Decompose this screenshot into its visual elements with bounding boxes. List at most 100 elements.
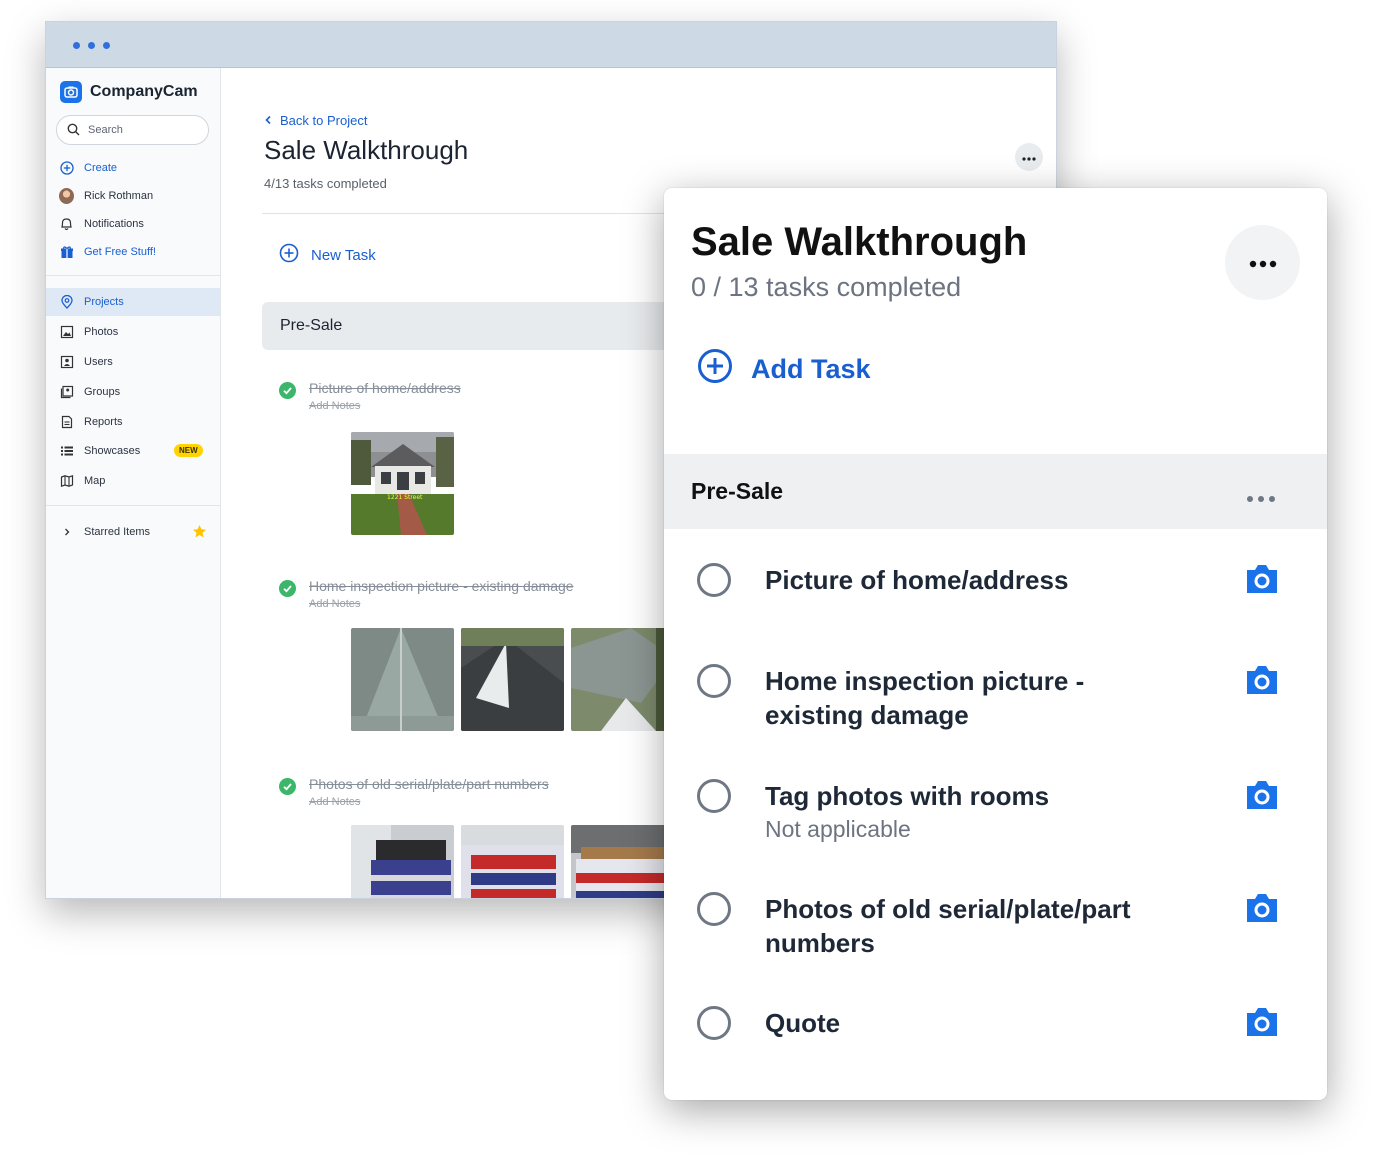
task-label: Picture of home/address — [765, 565, 1069, 595]
task-label: Photos of old serial/plate/part numbers — [765, 894, 1131, 958]
sidebar-item-reports[interactable]: Reports — [46, 408, 220, 436]
sidebar-item-label: Groups — [84, 386, 121, 398]
task-label: Home inspection picture - existing damag… — [765, 666, 1085, 730]
groups-icon — [59, 385, 74, 400]
add-task-button[interactable]: Add Task — [697, 348, 871, 391]
camera-icon[interactable] — [1244, 563, 1280, 599]
check-icon[interactable] — [279, 778, 296, 795]
back-link-label: Back to Project — [280, 113, 368, 128]
tasks-completed-count: 0 / 13 tasks completed — [691, 272, 962, 302]
task-label: Quote — [765, 1008, 841, 1038]
companycam-logo-icon — [60, 81, 82, 103]
task-name: Photos of old serial/plate/part numbers — [309, 776, 549, 792]
sidebar-item-map[interactable]: Map — [46, 467, 220, 495]
photo-thumbnail-house[interactable]: 1221 Street — [351, 432, 454, 535]
plus-circle-icon — [279, 243, 299, 267]
report-icon — [59, 415, 74, 430]
task-checkbox[interactable] — [697, 563, 731, 597]
sidebar-item-projects[interactable]: Projects — [46, 288, 220, 316]
mobile-checklist-card: Sale Walkthrough 0 / 13 tasks completed … — [664, 188, 1327, 1100]
sidebar-item-photos[interactable]: Photos — [46, 318, 220, 346]
camera-icon[interactable] — [1244, 779, 1280, 815]
photo-thumbnail-materials[interactable] — [351, 825, 454, 898]
section-more-button[interactable] — [1246, 488, 1276, 507]
photo-thumbnail-roof[interactable] — [461, 628, 564, 731]
sidebar-item-showcases[interactable]: Showcases NEW — [46, 437, 220, 465]
search-icon — [67, 121, 80, 140]
avatar — [59, 188, 74, 204]
sidebar-divider — [46, 505, 220, 506]
check-icon[interactable] — [279, 382, 296, 399]
tasks-completed-count: 4/13 tasks completed — [264, 176, 387, 191]
task-notes[interactable]: Add Notes — [309, 400, 360, 412]
sidebar-item-starred[interactable]: Starred Items — [46, 518, 220, 546]
window-titlebar — [46, 22, 1056, 68]
task-notes[interactable]: Add Notes — [309, 598, 360, 610]
task-checkbox[interactable] — [697, 664, 731, 698]
task-notes[interactable]: Add Notes — [309, 796, 360, 808]
sidebar-item-groups[interactable]: Groups — [46, 378, 220, 406]
brand-name: CompanyCam — [90, 83, 198, 100]
new-badge: NEW — [174, 444, 203, 457]
gift-icon — [59, 245, 74, 260]
back-to-project-link[interactable]: Back to Project — [264, 113, 367, 128]
sidebar: CompanyCam Create Rick Rothman Notificat… — [46, 68, 221, 898]
sidebar-item-label: Projects — [84, 296, 124, 308]
bell-icon — [59, 217, 74, 232]
search-box — [56, 115, 209, 145]
sidebar-item-label: Showcases — [84, 445, 141, 457]
window-dot-icon — [103, 42, 110, 49]
section-header: Pre-Sale — [664, 454, 1327, 529]
search-input[interactable] — [88, 124, 188, 136]
star-icon — [192, 524, 207, 542]
task-checkbox[interactable] — [697, 1006, 731, 1040]
sidebar-item-notifications[interactable]: Notifications — [46, 210, 220, 238]
location-pin-icon — [59, 295, 74, 310]
camera-icon[interactable] — [1244, 664, 1280, 700]
camera-icon[interactable] — [1244, 892, 1280, 928]
list-icon — [59, 444, 74, 459]
window-dot-icon — [73, 42, 80, 49]
sidebar-item-users[interactable]: Users — [46, 348, 220, 376]
sidebar-item-profile[interactable]: Rick Rothman — [46, 182, 220, 210]
sidebar-item-label: Rick Rothman — [84, 190, 154, 202]
map-icon — [59, 474, 74, 489]
brand-logo[interactable]: CompanyCam — [60, 81, 198, 103]
section-title: Pre-Sale — [280, 317, 343, 334]
sidebar-item-label: Get Free Stuff! — [84, 246, 156, 258]
sidebar-item-label: Starred Items — [84, 526, 151, 538]
more-options-button[interactable] — [1015, 143, 1043, 171]
sidebar-item-label: Reports — [84, 416, 123, 428]
chevron-left-icon — [264, 113, 272, 128]
sidebar-item-create[interactable]: Create — [46, 154, 220, 182]
plus-circle-icon — [697, 348, 733, 391]
sidebar-item-label: Create — [84, 162, 118, 174]
sidebar-item-free-stuff[interactable]: Get Free Stuff! — [46, 238, 220, 266]
photo-thumbnail-roof[interactable] — [351, 628, 454, 731]
ellipsis-icon — [1022, 150, 1036, 164]
photos-icon — [59, 325, 74, 340]
task-checkbox[interactable] — [697, 892, 731, 926]
photo-thumbnail-materials[interactable] — [461, 825, 564, 898]
task-name: Picture of home/address — [309, 380, 461, 396]
sidebar-divider — [46, 275, 220, 276]
sidebar-item-label: Photos — [84, 326, 119, 338]
photo-thumbnail-roof[interactable] — [571, 628, 674, 731]
task-note: Not applicable — [765, 816, 911, 842]
check-icon[interactable] — [279, 580, 296, 597]
checklist-title: Sale Walkthrough — [691, 220, 1028, 264]
add-task-label: Add Task — [751, 354, 871, 384]
sidebar-item-label: Notifications — [84, 218, 144, 230]
more-options-button[interactable] — [1225, 225, 1300, 300]
page-title: Sale Walkthrough — [264, 135, 469, 165]
sidebar-item-label: Users — [84, 356, 113, 368]
ellipsis-icon — [1249, 253, 1277, 272]
new-task-button[interactable]: New Task — [279, 243, 376, 267]
section-title: Pre-Sale — [691, 478, 784, 504]
window-dot-icon — [88, 42, 95, 49]
photo-thumbnail-materials[interactable] — [571, 825, 674, 898]
new-task-label: New Task — [311, 246, 376, 264]
house-photo-caption: 1221 Street — [387, 494, 423, 501]
camera-icon[interactable] — [1244, 1006, 1280, 1042]
task-checkbox[interactable] — [697, 779, 731, 813]
